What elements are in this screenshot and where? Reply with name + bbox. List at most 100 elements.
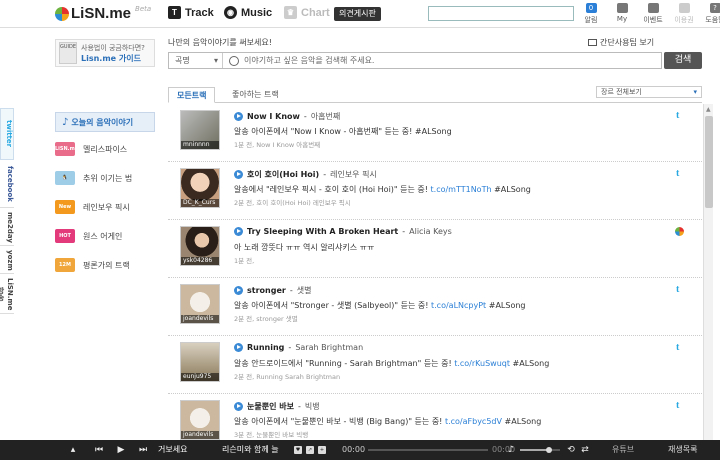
post-meta: 2분 전, Running Sarah Brightman <box>234 373 341 381</box>
feed-scrollbar[interactable]: ▲ <box>703 104 713 440</box>
track-title: 호이 호이(Hoi Hoi) - 레인보우 픽시 <box>234 169 377 180</box>
post-message: 알송 아이폰에서 "눈물뿐인 바보 - 빅뱅 (Big Bang)" 듣는 중!… <box>234 416 541 427</box>
notification-badge: 0 <box>585 3 597 13</box>
post-hashtag: #ALSong <box>494 185 531 194</box>
today-music-story[interactable]: ♪ 오늘의 음악이야기 <box>55 112 155 132</box>
share-icon[interactable]: ↗ <box>306 446 314 454</box>
post-text: 알송에서 "레인보우 픽시 - 호이 호이 (Hoi Hoi)" 듣는 중! <box>234 185 428 194</box>
sidebar-item-melispice[interactable]: LiSN.me 원미 멜리스파이스 <box>55 137 155 166</box>
music-search-bar: 곡명 이야기하고 싶은 음악을 검색해 주세요. <box>168 52 662 69</box>
user-avatar[interactable]: joandevils <box>180 400 220 440</box>
artist-name[interactable]: 레인보우 픽시 <box>330 169 377 180</box>
vtab-twitter[interactable]: twitter <box>0 108 14 160</box>
search-type-select[interactable]: 곡명 <box>169 53 223 68</box>
nav-music[interactable]: ◉ Music <box>224 6 272 19</box>
vtab-yozm[interactable]: yozm <box>0 246 14 274</box>
event-button[interactable]: 이벤트 <box>642 3 664 25</box>
play-icon[interactable] <box>234 286 243 295</box>
play-icon[interactable] <box>234 402 243 411</box>
help-label: 도움말 <box>705 16 720 24</box>
pass-button[interactable]: 이용권 <box>673 3 695 25</box>
help-button[interactable]: ? 도움말 <box>704 3 720 25</box>
artist-name[interactable]: Sarah Brightman <box>295 343 363 352</box>
play-button[interactable]: ▶ <box>116 445 126 455</box>
avatar-username: joandevils <box>181 315 219 323</box>
user-avatar[interactable]: DC_K_Curs <box>180 168 220 208</box>
avatar-username: ysk04286 <box>181 257 219 265</box>
sidebar-item-once-again[interactable]: HOT 원스 어게인 <box>55 224 155 248</box>
play-icon[interactable] <box>234 170 243 179</box>
sidebar-item-rainbow-pixie[interactable]: New 레인보우 픽시 <box>55 195 155 219</box>
artist-name[interactable]: 샛별 <box>297 285 312 296</box>
post-link[interactable]: t.co/aLNcpyPt <box>431 301 486 310</box>
user-avatar[interactable]: joandevils <box>180 284 220 324</box>
composer-heading: 나만의 음악이야기를 써보세요! <box>168 38 272 47</box>
lisn-original-logo: LiSN.me 원미 <box>55 142 78 166</box>
nav-chart[interactable]: ♛ Chart <box>284 6 330 19</box>
shuffle-icon[interactable]: ⇄ <box>580 445 590 455</box>
post-link[interactable]: t.co/mTT1NoTh <box>431 185 492 194</box>
tab-liked-tracks[interactable]: 좋아하는 트랙 <box>224 87 287 103</box>
post-message: 알송 아이폰에서 "Stronger - 샛별 (Salbyeol)" 듣는 중… <box>234 300 526 311</box>
post-message: 아 노래 깡뜻다 ㅠㅠ 역시 알리샤키스 ㅠㅠ <box>234 243 375 252</box>
track-title: 눈물뿐인 바보 - 빅뱅 <box>234 401 320 412</box>
guide-book-icon: GUIDE <box>59 42 77 64</box>
volume-knob[interactable] <box>546 447 552 453</box>
volume-icon[interactable]: ♪ <box>506 445 516 455</box>
vtab-lisn-broadcast[interactable]: LiSN.me 방송 <box>0 274 14 314</box>
artist-name[interactable]: 빅뱅 <box>305 401 320 412</box>
play-icon[interactable] <box>234 112 243 121</box>
tip-icon <box>588 39 597 46</box>
artist-name[interactable]: Alicia Keys <box>409 227 452 236</box>
like-icon[interactable]: ♥ <box>294 446 302 454</box>
youtube-link[interactable]: 유튜브 <box>612 440 634 460</box>
song-name[interactable]: Running <box>247 343 284 352</box>
pass-label: 이용권 <box>674 16 694 24</box>
user-avatar[interactable]: ysk04286 <box>180 226 220 266</box>
song-name[interactable]: stronger <box>247 286 286 295</box>
nav-track[interactable]: T Track <box>168 6 214 19</box>
scroll-up-icon[interactable]: ▲ <box>706 106 711 113</box>
genre-sort-select[interactable]: 장르 전체보기 <box>596 86 702 98</box>
post-link[interactable]: t.co/rKuSwuqt <box>454 359 510 368</box>
opinion-board-button[interactable]: 의견게시판 <box>334 7 381 21</box>
search-button[interactable]: 검색 <box>664 52 702 69</box>
play-icon[interactable] <box>234 343 243 352</box>
my-button[interactable]: My <box>611 3 633 25</box>
song-name[interactable]: 호이 호이(Hoi Hoi) <box>247 169 319 180</box>
artist-name[interactable]: 아홉번째 <box>311 111 340 122</box>
add-icon[interactable]: + <box>318 446 326 454</box>
post-meta: 2분 전, stronger 샛별 <box>234 315 298 323</box>
top-search-input[interactable] <box>428 6 574 21</box>
music-player-bar: ▴ ⏮ ▶ ⏭ 거보세요 리슨미와 함께 늘 ♥ ↗ + 00:00 00:00… <box>0 440 720 460</box>
user-avatar[interactable]: eunju975 <box>180 342 220 382</box>
sidebar-item-winter[interactable]: 🐧 추위 이기는 법 <box>55 166 155 190</box>
user-avatar[interactable]: mninnnn <box>180 110 220 150</box>
next-icon[interactable]: ⏭ <box>138 445 148 455</box>
tab-all-tracks[interactable]: 모든트랙 <box>168 87 216 103</box>
progress-bar[interactable] <box>368 449 488 451</box>
lisn-logo[interactable]: LiSN.me Beta <box>55 5 151 22</box>
guide-banner[interactable]: GUIDE 사용법이 궁금하다면? Lisn.me 가이드 <box>55 39 155 67</box>
previous-icon[interactable]: ⏮ <box>94 445 104 455</box>
sidebar-item-critic[interactable]: 12M 평론가의 트랙 <box>55 253 155 277</box>
menu-icon[interactable]: ▴ <box>68 445 78 455</box>
notification-button[interactable]: 0 알림 <box>580 3 602 25</box>
play-icon[interactable] <box>234 227 243 236</box>
post-hashtag: #ALSong <box>512 359 550 368</box>
sidebar-item-label: 평론가의 트랙 <box>83 260 130 270</box>
track-title: Now I Know - 아홉번째 <box>234 111 340 122</box>
vtab-facebook[interactable]: facebook <box>0 160 14 208</box>
song-name[interactable]: Now I Know <box>247 112 300 121</box>
playlist-button[interactable]: 재생목록 <box>668 440 697 460</box>
simple-tip-link[interactable]: 간단사용팁 보기 <box>588 37 654 48</box>
volume-slider[interactable] <box>520 447 560 453</box>
post-link[interactable]: t.co/aFbyc5dV <box>445 417 502 426</box>
music-search-input[interactable]: 이야기하고 싶은 음악을 검색해 주세요. <box>244 55 374 66</box>
vtab-me2day[interactable]: me2day <box>0 208 14 246</box>
repeat-icon[interactable]: ⟲ <box>566 445 576 455</box>
scroll-thumb[interactable] <box>705 116 713 208</box>
music-story-sidebar: ♪ 오늘의 음악이야기 LiSN.me 원미 멜리스파이스 🐧 추위 이기는 법… <box>55 112 155 277</box>
song-name[interactable]: 눈물뿐인 바보 <box>247 401 294 412</box>
song-name[interactable]: Try Sleeping With A Broken Heart <box>247 227 398 236</box>
